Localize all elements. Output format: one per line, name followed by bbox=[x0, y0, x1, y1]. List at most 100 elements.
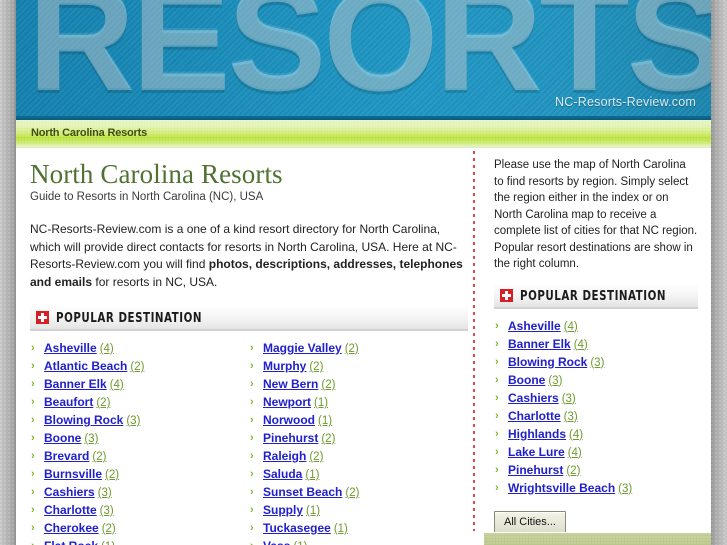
city-link[interactable]: Blowing Rock bbox=[508, 355, 587, 369]
chevron-right-icon: › bbox=[495, 355, 499, 368]
city-link[interactable]: Maggie Valley bbox=[263, 341, 342, 355]
list-item[interactable]: › Raleigh (2) bbox=[249, 447, 468, 465]
city-link[interactable]: Murphy bbox=[263, 359, 306, 373]
chevron-right-icon: › bbox=[31, 450, 35, 462]
city-resort-count: (4) bbox=[573, 338, 588, 351]
list-item[interactable]: › Asheville (4) bbox=[30, 339, 249, 357]
city-link[interactable]: Charlotte bbox=[508, 409, 561, 423]
city-link[interactable]: Supply bbox=[263, 503, 303, 517]
list-item[interactable]: › New Bern (2) bbox=[249, 375, 468, 393]
city-link[interactable]: Flat Rock bbox=[44, 539, 98, 545]
city-columns: › Asheville (4) › Atlantic Beach (2) › Banner E… bbox=[30, 339, 468, 545]
city-link[interactable]: New Bern bbox=[263, 377, 318, 391]
list-item[interactable]: › Vass(1) bbox=[249, 537, 468, 545]
city-resort-count: (3) bbox=[99, 505, 114, 517]
popular-destination-title-sidebar: POPULAR DESTINATION bbox=[520, 288, 666, 304]
city-link[interactable]: Boone bbox=[508, 373, 545, 387]
list-item[interactable]: › Sunset Beach (2) bbox=[249, 483, 468, 501]
list-item[interactable]: › Flat Rock(1) bbox=[30, 537, 249, 545]
city-resort-count: (2) bbox=[321, 379, 336, 391]
chevron-right-icon: › bbox=[250, 486, 254, 498]
list-item[interactable]: › Newport (1) bbox=[249, 393, 468, 411]
city-link[interactable]: Charlotte bbox=[44, 503, 97, 517]
list-item[interactable]: › Brevard (2) bbox=[30, 447, 249, 465]
chevron-right-icon: › bbox=[31, 360, 35, 372]
city-resort-count: (1) bbox=[293, 541, 307, 545]
city-resort-count: (2) bbox=[92, 451, 107, 463]
list-item[interactable]: › Banner Elk (4) bbox=[30, 375, 249, 393]
city-link[interactable]: Lake Lure bbox=[508, 445, 565, 459]
city-resort-count: (2) bbox=[309, 451, 324, 463]
city-link[interactable]: Wrightsville Beach bbox=[508, 481, 615, 495]
city-resort-count: (2) bbox=[105, 469, 120, 481]
city-resort-count: (2) bbox=[344, 343, 359, 355]
chevron-right-icon: › bbox=[31, 468, 35, 480]
list-item[interactable]: › Tuckasegee (1) bbox=[249, 519, 468, 537]
city-link[interactable]: Saluda bbox=[263, 467, 302, 481]
all-cities-button[interactable]: All Cities... bbox=[494, 510, 566, 534]
city-link[interactable]: Sunset Beach bbox=[263, 485, 342, 499]
city-link[interactable]: Norwood bbox=[263, 413, 315, 427]
list-item[interactable]: › Cashiers (3) bbox=[494, 389, 698, 407]
list-item[interactable]: › Wrightsville Beach (3) bbox=[494, 479, 698, 497]
city-link[interactable]: Beaufort bbox=[44, 395, 93, 409]
chevron-right-icon: › bbox=[31, 537, 35, 545]
city-link[interactable]: Pinehurst bbox=[508, 463, 563, 477]
city-link[interactable]: Boone bbox=[44, 431, 81, 445]
city-link[interactable]: Cashiers bbox=[508, 391, 559, 405]
city-link[interactable]: Cherokee bbox=[44, 521, 99, 535]
city-link[interactable]: Atlantic Beach bbox=[44, 359, 127, 373]
list-item[interactable]: › Banner Elk (4) bbox=[494, 335, 698, 353]
city-link[interactable]: Newport bbox=[263, 395, 311, 409]
list-item[interactable]: › Supply (1) bbox=[249, 501, 468, 519]
city-link[interactable]: Pinehurst bbox=[263, 431, 318, 445]
city-link[interactable]: Burnsville bbox=[44, 467, 102, 481]
city-link[interactable]: Highlands bbox=[508, 427, 566, 441]
list-item[interactable]: › Cashiers (3) bbox=[30, 483, 249, 501]
list-item[interactable]: › Cherokee (2) bbox=[30, 519, 249, 537]
city-resort-count: (3) bbox=[590, 356, 605, 369]
city-link[interactable]: Tuckasegee bbox=[263, 521, 331, 535]
city-link[interactable]: Raleigh bbox=[263, 449, 306, 463]
list-item[interactable]: › Charlotte (3) bbox=[494, 407, 698, 425]
city-link[interactable]: Vass bbox=[263, 539, 290, 545]
city-resort-count: (1) bbox=[333, 523, 348, 535]
chevron-right-icon: › bbox=[250, 450, 254, 462]
city-link[interactable]: Banner Elk bbox=[44, 377, 107, 391]
city-link[interactable]: Cashiers bbox=[44, 485, 95, 499]
list-item[interactable]: › Beaufort (2) bbox=[30, 393, 249, 411]
city-link[interactable]: Asheville bbox=[44, 341, 97, 355]
popular-destination-title-main: POPULAR DESTINATION bbox=[56, 311, 202, 326]
list-item[interactable]: › Atlantic Beach (2) bbox=[30, 357, 249, 375]
chevron-right-icon: › bbox=[250, 378, 254, 390]
list-item[interactable]: › Norwood (1) bbox=[249, 411, 468, 429]
page-title: North Carolina Resorts bbox=[30, 159, 283, 189]
city-resort-count: (2) bbox=[566, 464, 581, 477]
list-item[interactable]: › Burnsville (2) bbox=[30, 465, 249, 483]
list-item[interactable]: › Lake Lure (4) bbox=[494, 443, 698, 461]
list-item[interactable]: › Charlotte (3) bbox=[30, 501, 249, 519]
list-item[interactable]: › Saluda (1) bbox=[249, 465, 468, 483]
chevron-right-icon: › bbox=[250, 522, 254, 534]
list-item[interactable]: › Boone (3) bbox=[30, 429, 249, 447]
city-link[interactable]: Brevard bbox=[44, 449, 89, 463]
list-item[interactable]: › Asheville (4) bbox=[494, 317, 698, 335]
column-divider bbox=[473, 151, 475, 531]
list-item[interactable]: › Pinehurst (2) bbox=[494, 461, 698, 479]
city-link[interactable]: Blowing Rock bbox=[44, 413, 123, 427]
list-item[interactable]: › Maggie Valley (2) bbox=[249, 339, 468, 357]
list-item[interactable]: › Highlands (4) bbox=[494, 425, 698, 443]
intro-text-part2: for resorts in NC, USA. bbox=[92, 274, 218, 289]
list-item[interactable]: › Blowing Rock (3) bbox=[30, 411, 249, 429]
list-item[interactable]: › Blowing Rock (3) bbox=[494, 353, 698, 371]
city-link[interactable]: Banner Elk bbox=[508, 337, 571, 351]
city-resort-count: (3) bbox=[97, 487, 112, 499]
chevron-right-icon: › bbox=[495, 481, 499, 494]
city-resort-count: (4) bbox=[569, 428, 584, 441]
list-item[interactable]: › Pinehurst (2) bbox=[249, 429, 468, 447]
list-item[interactable]: › Boone (3) bbox=[494, 371, 698, 389]
city-resort-count: (1) bbox=[101, 541, 115, 545]
breadcrumb-current-page[interactable]: North Carolina Resorts bbox=[31, 127, 147, 139]
city-link[interactable]: Asheville bbox=[508, 319, 561, 333]
list-item[interactable]: › Murphy (2) bbox=[249, 357, 468, 375]
